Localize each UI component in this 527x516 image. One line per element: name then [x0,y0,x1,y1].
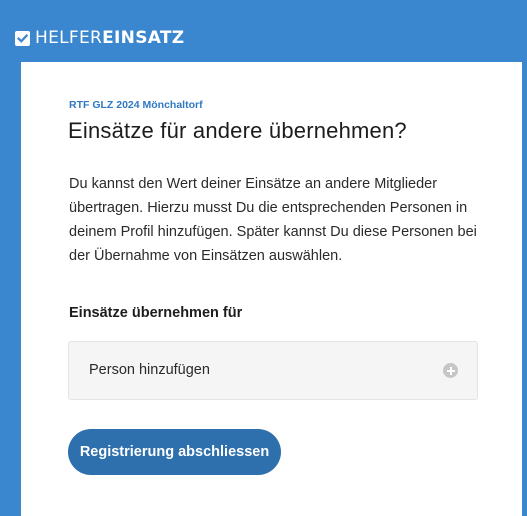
complete-registration-button[interactable]: Registrierung abschliessen [68,429,281,475]
logo-text-light: HELFER [35,28,103,48]
field-label: Einsätze übernehmen für [69,305,243,321]
plus-circle-icon[interactable] [443,363,458,378]
add-person-label: Person hinzufügen [89,362,210,378]
intro-text: Du kannst den Wert deiner Einsätze an an… [69,176,477,264]
page-title: Einsätze für andere übernehmen? [68,118,407,143]
checkmark-logo-icon [15,30,30,46]
logo-text-bold: EINSATZ [102,28,185,48]
event-name: RTF GLZ 2024 Mönchaltorf [69,99,203,111]
main-card: RTF GLZ 2024 Mönchaltorf Einsätze für an… [21,62,522,516]
top-bar: HELFER EINSATZ [0,0,527,62]
app-logo[interactable]: HELFER EINSATZ [15,28,184,48]
add-person-button[interactable]: Person hinzufügen [68,341,478,400]
